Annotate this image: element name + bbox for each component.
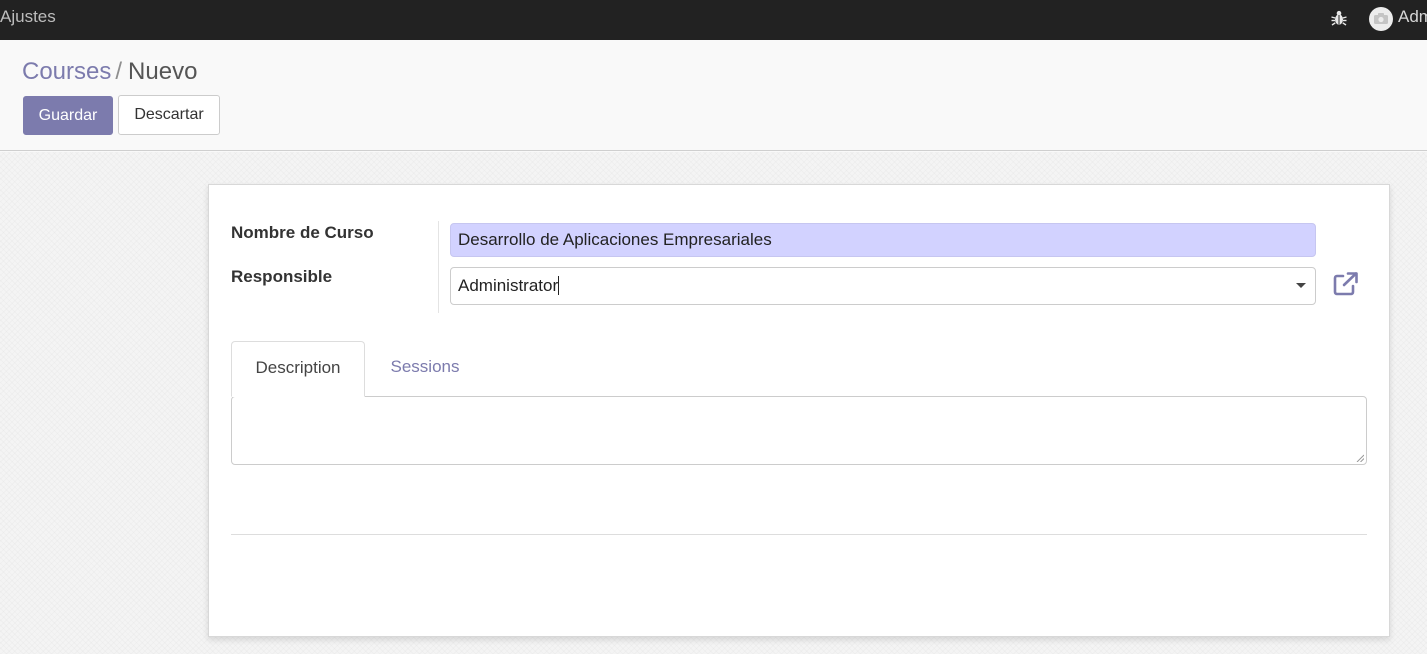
- responsible-select[interactable]: Administrator: [450, 267, 1316, 305]
- discard-button[interactable]: Descartar: [118, 95, 220, 135]
- bug-icon[interactable]: [1330, 9, 1348, 27]
- responsible-value: Administrator: [458, 276, 559, 295]
- external-link-icon[interactable]: [1332, 271, 1360, 297]
- app-title[interactable]: Ajustes: [0, 7, 56, 27]
- text-cursor: [558, 276, 560, 295]
- control-panel: Courses / Nuevo Guardar Descartar: [0, 40, 1427, 151]
- user-menu-label[interactable]: Administrator: [1398, 7, 1427, 27]
- form-sheet: Nombre de Curso Responsible Desarrollo d…: [208, 184, 1390, 637]
- label-divider: [438, 221, 439, 313]
- section-divider: [231, 534, 1367, 535]
- course-name-value: Desarrollo de Aplicaciones Empresariales: [458, 230, 772, 249]
- top-navbar: Ajustes Administrator: [0, 0, 1427, 40]
- description-textarea[interactable]: [231, 396, 1367, 465]
- breadcrumb-separator: /: [115, 58, 123, 85]
- responsible-label: Responsible: [231, 267, 333, 286]
- breadcrumb-courses-link[interactable]: Courses: [22, 58, 111, 85]
- chevron-down-icon[interactable]: [1296, 283, 1306, 288]
- resize-handle-icon[interactable]: [1356, 454, 1364, 462]
- save-button[interactable]: Guardar: [23, 96, 113, 135]
- breadcrumb: Courses / Nuevo: [22, 58, 197, 86]
- tab-description[interactable]: Description: [231, 341, 365, 397]
- course-name-input[interactable]: Desarrollo de Aplicaciones Empresariales: [450, 223, 1316, 257]
- course-name-label: Nombre de Curso: [231, 223, 374, 242]
- tab-sessions[interactable]: Sessions: [365, 341, 485, 395]
- breadcrumb-current: Nuevo: [128, 58, 198, 85]
- camera-icon: [1374, 13, 1388, 24]
- avatar[interactable]: [1369, 7, 1393, 31]
